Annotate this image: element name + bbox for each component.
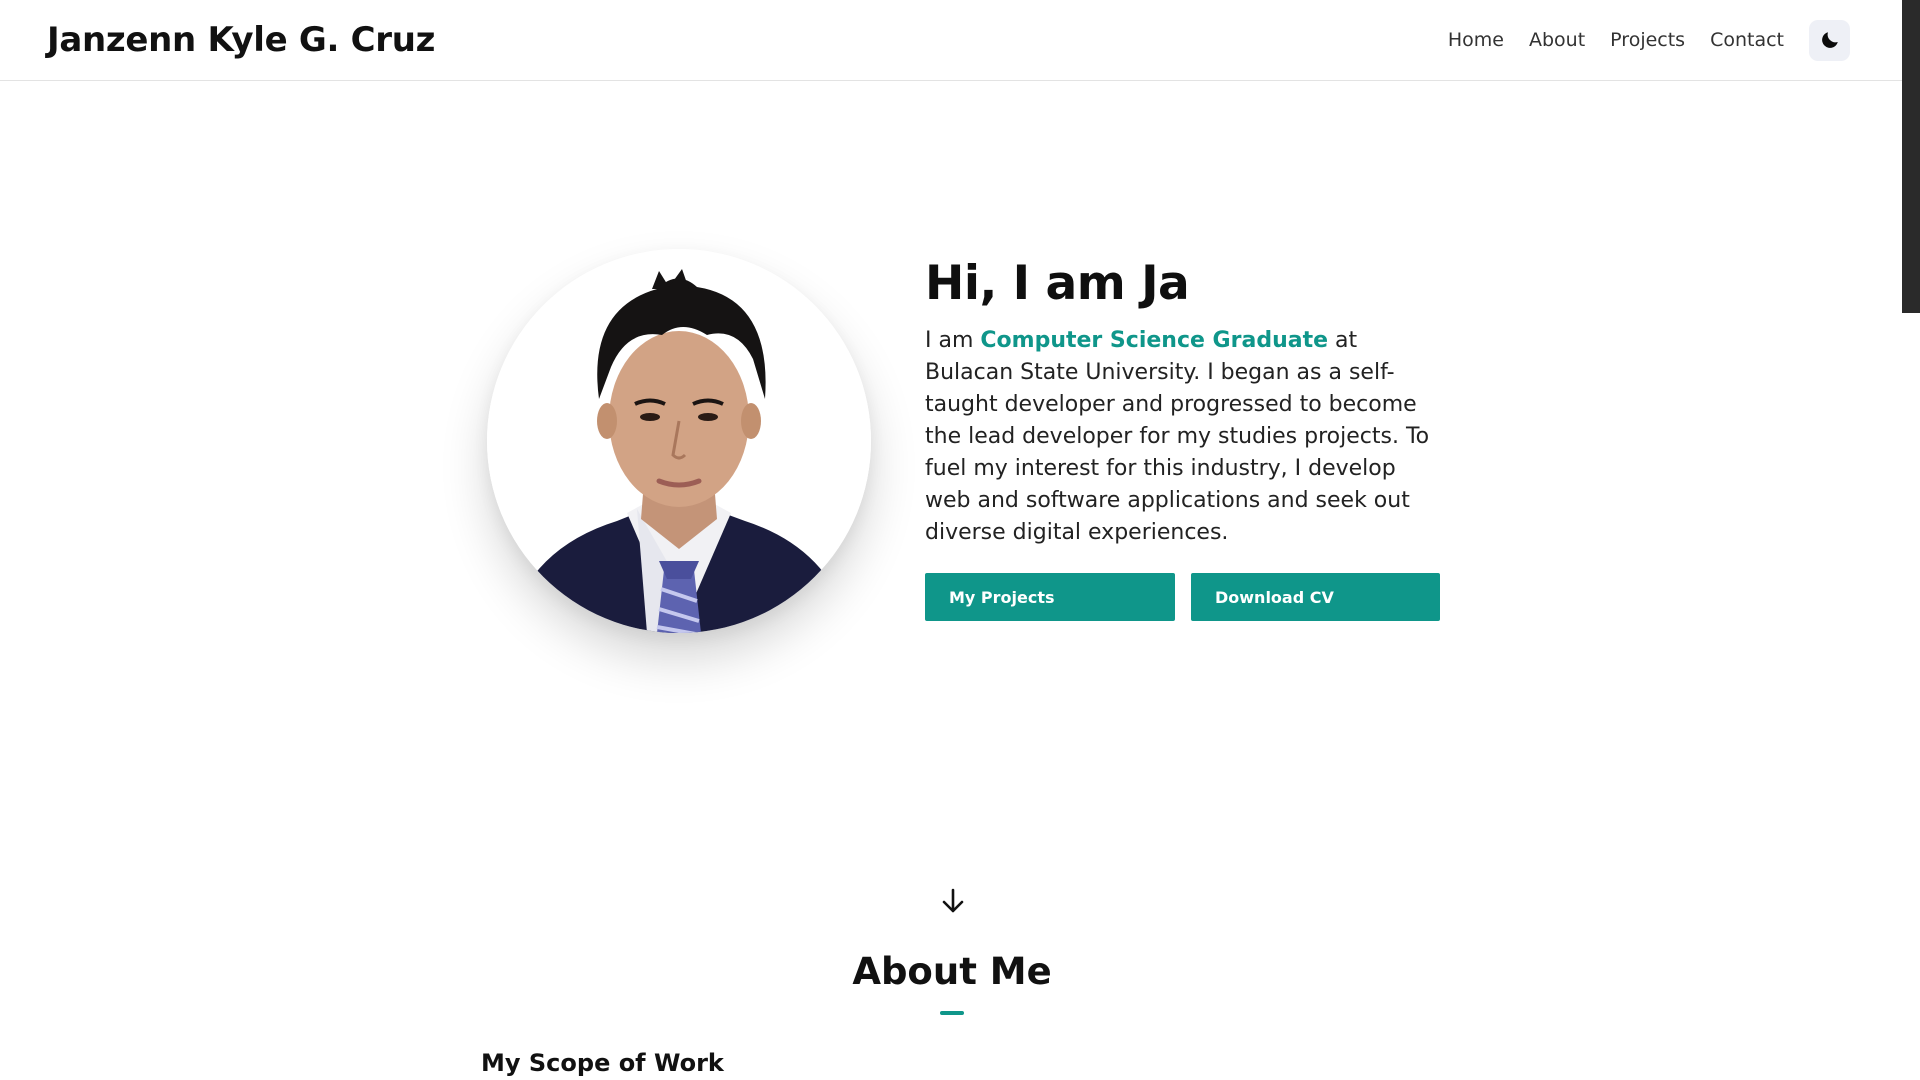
- scrollbar-thumb[interactable]: [1902, 0, 1920, 313]
- nav-home[interactable]: Home: [1448, 29, 1504, 51]
- arrow-down-icon[interactable]: [938, 886, 968, 916]
- main-nav: Home About Projects Contact: [1423, 19, 1850, 61]
- theme-toggle-button[interactable]: [1809, 19, 1850, 61]
- hero-title: Hi, I am Ja: [925, 256, 1190, 311]
- nav-about[interactable]: About: [1529, 29, 1585, 51]
- about-title: About Me: [852, 950, 1052, 993]
- scrollbar-track[interactable]: [1902, 0, 1920, 1080]
- hero-intro-prefix: I am: [925, 328, 981, 353]
- nav-projects[interactable]: Projects: [1610, 29, 1685, 51]
- site-header: Janzenn Kyle G. Cruz Home About Projects…: [0, 0, 1902, 81]
- title-underline: [940, 1011, 964, 1015]
- scope-of-work-title: My Scope of Work: [481, 1049, 724, 1077]
- nav-contact[interactable]: Contact: [1710, 29, 1784, 51]
- download-cv-button[interactable]: Download CV: [1191, 573, 1440, 621]
- hero-description: I am Computer Science Graduate at Bulaca…: [925, 325, 1435, 549]
- profile-photo: [487, 249, 871, 633]
- moon-icon: [1821, 32, 1838, 48]
- hero-content: Hi, I am Ja I am Computer Science Gradua…: [925, 255, 1445, 549]
- hero-intro-rest: at Bulacan State University. I began as …: [925, 328, 1430, 545]
- my-projects-button[interactable]: My Projects: [925, 573, 1175, 621]
- portrait-illustration: [487, 249, 871, 633]
- hero-highlight: Computer Science Graduate: [980, 328, 1329, 353]
- hero-actions: My Projects Download CV: [925, 573, 1440, 621]
- site-brand[interactable]: Janzenn Kyle G. Cruz: [47, 20, 435, 60]
